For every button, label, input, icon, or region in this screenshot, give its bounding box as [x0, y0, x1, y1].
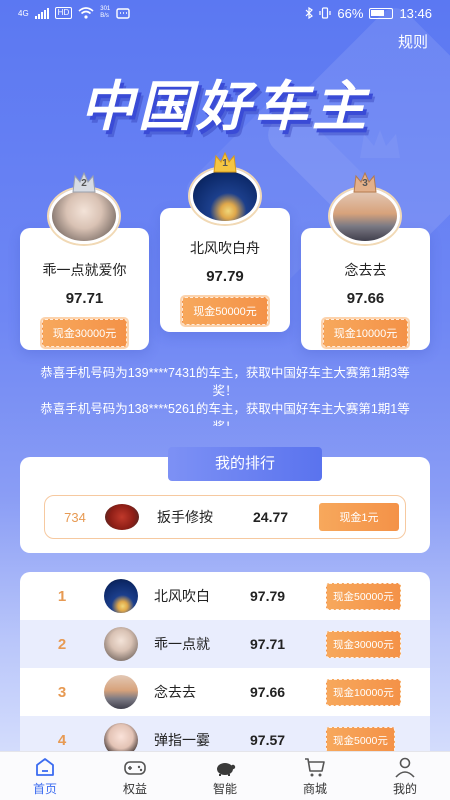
table-row[interactable]: 2 乖一点就 97.71 现金30000元	[20, 620, 430, 668]
row-name: 念去去	[154, 684, 196, 700]
nav-profile[interactable]: 我的	[360, 752, 450, 800]
podium-score: 97.66	[346, 290, 385, 307]
my-ranking-card: 我的排行 734 扳手修按 24.77 现金1元	[20, 447, 430, 553]
row-score: 97.79	[250, 588, 286, 604]
cart-icon	[305, 757, 325, 776]
my-rank: 734	[64, 509, 86, 525]
my-prize: 现金1元	[319, 503, 399, 531]
page: 4G HD 301 B/s 66% 13:46 规则 中国好车主 乖一点就爱你 …	[0, 0, 450, 800]
medal-rank: 2	[81, 178, 87, 189]
winner-notice-ticker: 恭喜手机号码为139****7431的车主，获取中国好车主大赛第1期3等奖！ 恭…	[40, 364, 410, 426]
status-bar: 4G HD 301 B/s 66% 13:46	[0, 0, 450, 26]
row-rank: 2	[57, 635, 67, 653]
avatar	[104, 675, 138, 709]
battery-percent: 66%	[337, 5, 364, 21]
row-name: 北风吹白	[154, 588, 210, 604]
nav-label: 我的	[392, 781, 417, 796]
row-rank: 4	[57, 731, 67, 749]
rules-link[interactable]: 规则	[398, 31, 428, 52]
vibrate-icon	[319, 7, 332, 19]
nav-benefits[interactable]: 权益	[90, 752, 180, 800]
my-ranking-row[interactable]: 734 扳手修按 24.77 现金1元	[44, 495, 406, 539]
notice-item: 恭喜手机号码为138****5261的车主，获取中国好车主大赛第1期1等奖！	[40, 402, 410, 426]
notice-item: 恭喜手机号码为139****7431的车主，获取中国好车主大赛第1期3等奖！	[40, 366, 410, 398]
avatar	[104, 627, 138, 661]
avatar	[105, 504, 139, 530]
nav-smart[interactable]: 智能	[180, 752, 270, 800]
medal-rank: 3	[362, 178, 368, 189]
row-score: 97.57	[250, 732, 286, 748]
row-prize: 现金5000元	[326, 726, 395, 754]
avatar	[330, 188, 400, 244]
page-title: 中国好车主	[80, 75, 370, 138]
nav-label: 商城	[302, 781, 327, 796]
row-rank: 1	[57, 587, 67, 605]
podium-name: 北风吹白舟	[190, 240, 260, 256]
user-icon	[395, 757, 415, 778]
podium-name: 念去去	[344, 262, 387, 278]
home-icon	[36, 757, 54, 776]
clock: 13:46	[399, 5, 432, 21]
nav-label: 智能	[212, 781, 237, 796]
nav-home[interactable]: 首页	[0, 752, 90, 800]
nav-label: 首页	[32, 781, 57, 796]
podium-prize: 现金50000元	[180, 295, 270, 327]
table-row[interactable]: 3 念去去 97.66 现金10000元	[20, 668, 430, 716]
podium-score: 97.79	[206, 268, 244, 285]
podium-prize: 现金10000元	[320, 317, 411, 349]
podium-card-second[interactable]: 乖一点就爱你 97.71 现金30000元	[20, 228, 149, 350]
signal-icon	[34, 7, 49, 19]
turtle-icon	[217, 762, 236, 776]
row-name: 弹指一霎	[154, 732, 210, 748]
avatar	[104, 579, 138, 613]
avatar	[49, 188, 119, 244]
hd-badge: HD	[54, 7, 73, 19]
leaderboard-list: 1 北风吹白 97.79 现金50000元 2 乖一点就 97.71 现金300…	[20, 572, 430, 772]
row-score: 97.66	[250, 684, 286, 700]
row-name: 乖一点就	[154, 636, 210, 652]
gold-medal-icon: 1	[212, 151, 238, 174]
nav-label: 权益	[122, 781, 147, 796]
gamepad-icon	[124, 760, 146, 775]
row-score: 97.71	[250, 636, 286, 652]
table-row[interactable]: 1 北风吹白 97.79 现金50000元	[20, 572, 430, 620]
network-type: 4G	[18, 8, 29, 18]
my-ranking-tab: 我的排行	[168, 447, 322, 481]
bluetooth-icon	[305, 7, 314, 19]
network-speed: 301 B/s	[100, 6, 111, 19]
avatar	[190, 168, 260, 224]
podium-prize: 现金30000元	[39, 317, 130, 349]
message-icon	[116, 8, 130, 19]
nav-mall[interactable]: 商城	[270, 752, 360, 800]
row-rank: 3	[57, 683, 67, 701]
podium-card-first[interactable]: 北风吹白舟 97.79 现金50000元	[160, 208, 290, 332]
row-prize: 现金30000元	[326, 630, 401, 658]
podium-score: 97.71	[65, 290, 104, 307]
silver-medal-icon: 2	[71, 171, 97, 194]
podium-card-third[interactable]: 念去去 97.66 现金10000元	[301, 228, 430, 350]
row-prize: 现金10000元	[326, 678, 401, 706]
bronze-medal-icon: 3	[352, 171, 378, 194]
wifi-icon	[78, 7, 94, 19]
my-name: 扳手修按	[157, 509, 213, 525]
my-score: 24.77	[253, 509, 289, 525]
medal-rank: 1	[222, 158, 228, 169]
row-prize: 现金50000元	[326, 582, 401, 610]
bottom-nav: 首页 权益 智能 商城 我的	[0, 751, 450, 800]
podium-name: 乖一点就爱你	[42, 262, 127, 278]
battery-icon	[369, 7, 394, 19]
